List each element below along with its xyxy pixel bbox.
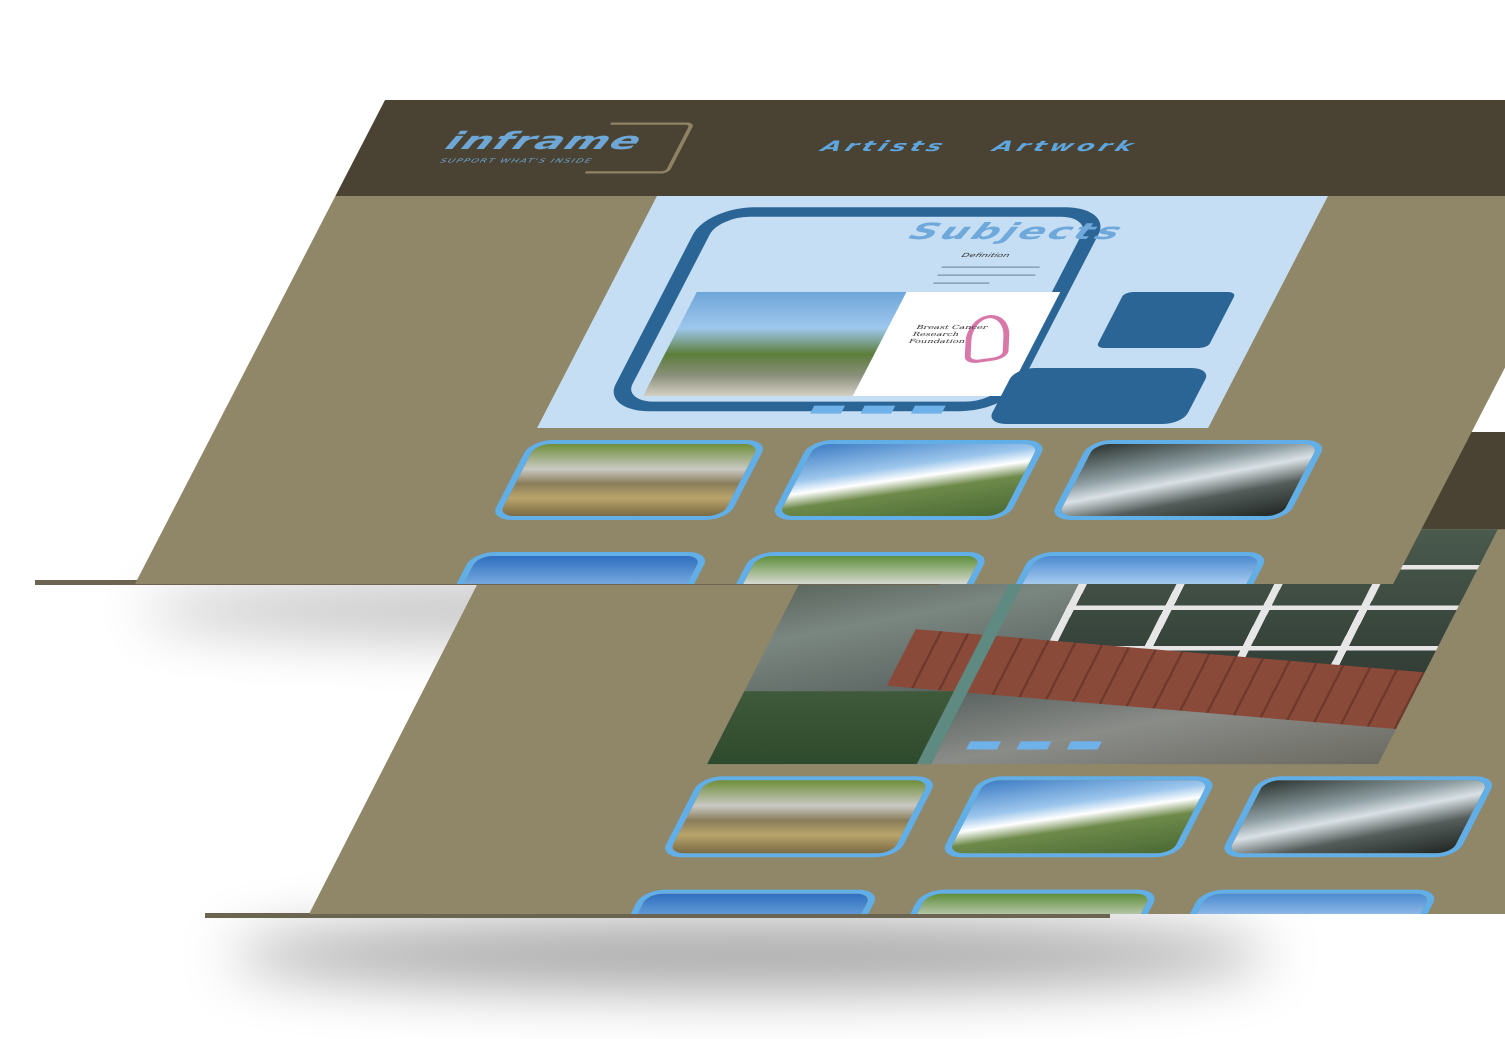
thumbnail-field[interactable] bbox=[1160, 889, 1440, 914]
mountain-sky-photo-icon bbox=[610, 893, 872, 914]
main-nav: Artists Artwork bbox=[818, 138, 1141, 155]
nav-artists[interactable]: Artists bbox=[818, 138, 951, 155]
thumbnail-skateboard[interactable] bbox=[659, 776, 939, 858]
thumbnail-field[interactable] bbox=[990, 552, 1270, 584]
page-header: inframe SUPPORT WHAT'S INSIDE Artists Ar… bbox=[335, 100, 1505, 196]
thumbnail-mountain[interactable] bbox=[601, 889, 881, 914]
slider-dots bbox=[966, 741, 1102, 750]
field-photo-icon bbox=[1169, 893, 1431, 914]
slider-dots bbox=[810, 405, 946, 414]
thumbnail-hillside[interactable] bbox=[939, 776, 1219, 858]
slider-dot[interactable] bbox=[1066, 741, 1102, 750]
water-photo-icon bbox=[1057, 444, 1319, 516]
slider-dot[interactable] bbox=[860, 405, 896, 414]
slider-dot[interactable] bbox=[966, 741, 1002, 750]
logo-text: inframe bbox=[440, 127, 649, 156]
hero-subtitle: Definition bbox=[960, 252, 1012, 259]
slider-dot[interactable] bbox=[810, 405, 846, 414]
slider-dot[interactable] bbox=[1016, 741, 1052, 750]
text-line bbox=[933, 282, 990, 284]
skater-jump-photo-icon bbox=[890, 893, 1152, 914]
skater-jump-photo-icon bbox=[720, 556, 982, 584]
slider-dot[interactable] bbox=[910, 405, 946, 414]
water-photo-icon bbox=[1227, 780, 1489, 854]
bottom-panel-shadow bbox=[230, 920, 1270, 990]
mockup-stage: inframe SUPPORT WHAT'S INSIDE Artists Ar… bbox=[0, 0, 1505, 1039]
thumbnail-skater-jump[interactable] bbox=[711, 552, 991, 584]
sponsor-text: Breast Cancer Research Foundation bbox=[907, 324, 990, 345]
hero-banner: Subjects Definition Breast Cancer Resear… bbox=[537, 196, 1328, 428]
skateboard-photo-icon bbox=[668, 780, 930, 854]
thumbnail-hillside[interactable] bbox=[769, 440, 1049, 520]
text-line bbox=[937, 274, 1036, 276]
thumbnail-skater-jump[interactable] bbox=[881, 889, 1161, 914]
thumbnail-water[interactable] bbox=[1048, 440, 1328, 520]
nav-artwork[interactable]: Artwork bbox=[989, 138, 1141, 155]
hero-title: Subjects bbox=[904, 218, 1130, 245]
hero-block bbox=[1095, 292, 1237, 348]
skateboard-photo-icon bbox=[498, 444, 760, 516]
site-logo[interactable]: inframe SUPPORT WHAT'S INSIDE bbox=[431, 122, 695, 174]
hillside-sky-photo-icon bbox=[778, 444, 1040, 516]
top-page-mockup: inframe SUPPORT WHAT'S INSIDE Artists Ar… bbox=[134, 100, 1505, 584]
thumbnail-skateboard[interactable] bbox=[489, 440, 769, 520]
thumbnail-water[interactable] bbox=[1218, 776, 1498, 858]
hillside-sky-photo-icon bbox=[948, 780, 1210, 854]
text-line bbox=[941, 266, 1040, 268]
thumbnail-mountain[interactable] bbox=[431, 552, 711, 584]
mountain-sky-photo-icon bbox=[440, 556, 702, 584]
hero-block bbox=[986, 368, 1212, 424]
logo-tagline: SUPPORT WHAT'S INSIDE bbox=[438, 157, 595, 164]
field-photo-icon bbox=[999, 556, 1261, 584]
